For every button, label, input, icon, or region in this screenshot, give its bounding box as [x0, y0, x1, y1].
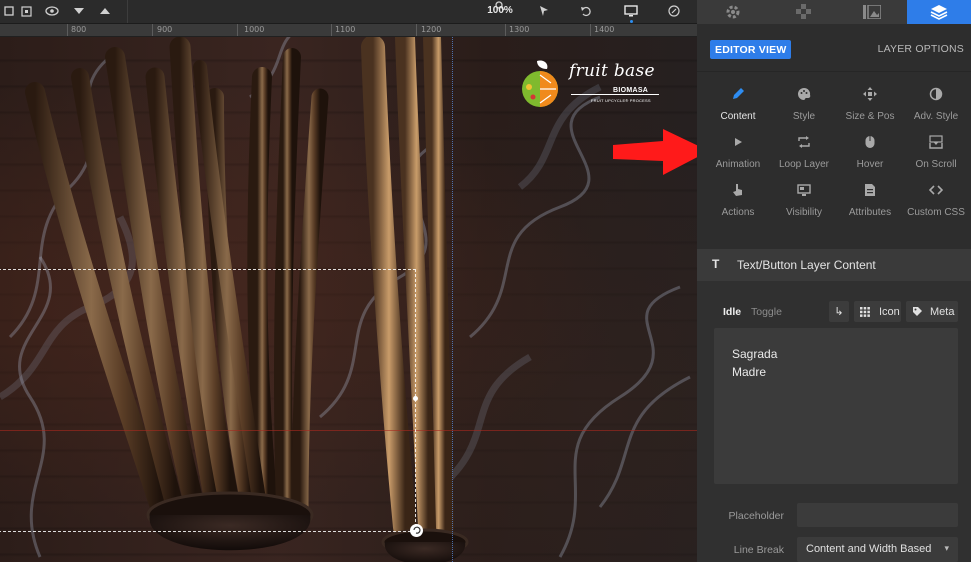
layer-option-label: Actions — [721, 207, 755, 218]
tag-icon — [913, 307, 922, 316]
layers-icon[interactable] — [3, 0, 15, 22]
monitor-icon — [796, 182, 812, 198]
document-icon — [862, 182, 878, 198]
visibility-icon[interactable] — [44, 0, 60, 22]
layer-option-label: Custom CSS — [907, 207, 965, 218]
layer-option-label: Hover — [856, 159, 884, 170]
layer-option-label: Loop Layer — [778, 159, 830, 170]
scroll-download-icon — [928, 134, 944, 150]
tab-toggle[interactable]: Toggle — [751, 306, 782, 318]
layer-option-attributes[interactable]: Attributes — [837, 182, 903, 224]
panel-header: EDITOR VIEW LAYER OPTIONS — [697, 24, 971, 72]
layer-option-label: Animation — [715, 159, 761, 170]
zoom-level[interactable]: 100% — [482, 5, 518, 16]
frame-icon[interactable] — [19, 0, 33, 22]
tab-idle[interactable]: Idle — [723, 306, 741, 318]
layer-option-animation[interactable]: Animation — [705, 134, 771, 176]
caret-down-icon: ▾ — [944, 543, 949, 553]
mouse-icon — [862, 134, 878, 150]
text-t-icon: T — [712, 257, 720, 271]
layer-option-label: Size & Pos — [845, 111, 895, 122]
top-toolbar: 100% — [0, 0, 697, 24]
icon-button-label: Icon — [879, 305, 900, 318]
line-break-select[interactable]: Content and Width Based ▾ — [797, 537, 958, 562]
layer-option-adv-style[interactable]: Adv. Style — [903, 86, 969, 128]
panel-tabs — [697, 0, 971, 24]
layer-options-label[interactable]: LAYER OPTIONS — [878, 43, 964, 55]
undo-icon[interactable] — [578, 0, 594, 22]
return-arrow-icon: ↳ — [834, 306, 844, 318]
resize-handle[interactable] — [413, 396, 418, 401]
modules-icon[interactable] — [769, 0, 837, 24]
toolbar-separator — [127, 0, 128, 23]
grid-icon — [860, 306, 870, 317]
orange-fruit-icon — [522, 60, 558, 107]
layer-option-label: Content — [720, 111, 756, 122]
ruler-label: 1400 — [594, 25, 615, 34]
layer-option-label: Visibility — [786, 207, 822, 218]
logo-divider — [571, 94, 659, 95]
editor-view-button[interactable]: EDITOR VIEW — [710, 40, 792, 59]
placeholder-label: Placeholder — [728, 510, 784, 522]
insert-icon-button[interactable]: Icon — [854, 301, 901, 322]
fruit-base-logo[interactable]: fruit base BIOMASA FRUIT UPCYCLE® PROCES… — [515, 57, 665, 117]
ruler-label: 1200 — [421, 25, 442, 34]
play-icon — [730, 134, 746, 150]
layer-content-area: Idle Toggle ↳ Icon Meta Sagrada Madre Pl… — [697, 281, 971, 562]
settings-icon[interactable] — [697, 0, 769, 24]
layer-option-style[interactable]: Style — [771, 86, 837, 128]
code-icon — [928, 182, 944, 198]
layer-option-custom-css[interactable]: Custom CSS — [903, 182, 969, 224]
vertical-guide[interactable] — [452, 37, 453, 562]
insert-meta-button[interactable]: Meta — [906, 301, 958, 322]
section-title: Text/Button Layer Content — [737, 258, 876, 272]
loop-icon — [796, 134, 812, 150]
layer-option-label: On Scroll — [915, 159, 957, 170]
layer-text-editor[interactable]: Sagrada Madre — [714, 328, 958, 484]
ruler-label: 1300 — [509, 25, 530, 34]
layer-option-content[interactable]: Content — [705, 86, 771, 128]
palette-icon — [796, 86, 812, 102]
horizontal-ruler: 800 900 1000 1100 1200 1300 1400 — [0, 24, 697, 37]
chevron-down-icon[interactable] — [72, 0, 86, 22]
desktop-icon[interactable] — [620, 0, 642, 23]
layer-option-on-scroll[interactable]: On Scroll — [903, 134, 969, 176]
layer-option-label: Adv. Style — [913, 111, 959, 122]
layers-icon[interactable] — [907, 0, 971, 24]
layer-option-label: Attributes — [848, 207, 892, 218]
contrast-icon — [928, 86, 944, 102]
move-arrows-icon — [862, 86, 878, 102]
slide-canvas[interactable]: fruit base BIOMASA FRUIT UPCYCLE® PROCES… — [0, 37, 697, 562]
help-icon[interactable] — [665, 0, 683, 22]
selected-layer-box[interactable] — [0, 269, 418, 532]
rotate-handle-icon[interactable] — [410, 524, 423, 537]
pencil-icon — [730, 86, 746, 102]
layer-option-label: Style — [792, 111, 816, 122]
logo-tagline: FRUIT UPCYCLE® PROCESS — [591, 98, 651, 103]
line-break-insert-button[interactable]: ↳ — [829, 301, 849, 322]
line-break-value: Content and Width Based — [806, 543, 932, 555]
cursor-pin-icon[interactable] — [536, 0, 552, 22]
layer-option-size-pos[interactable]: Size & Pos — [837, 86, 903, 128]
logo-wordmark: fruit base — [569, 61, 655, 81]
ruler-label: 900 — [157, 25, 173, 34]
layer-option-hover[interactable]: Hover — [837, 134, 903, 176]
ruler-label: 1100 — [335, 25, 356, 34]
meta-button-label: Meta — [930, 305, 955, 318]
media-icon[interactable] — [837, 0, 907, 24]
placeholder-input[interactable] — [797, 503, 958, 527]
red-arrow-annotation — [613, 129, 709, 175]
layer-option-visibility[interactable]: Visibility — [771, 182, 837, 224]
section-header: T Text/Button Layer Content — [697, 249, 971, 281]
layer-option-actions[interactable]: Actions — [705, 182, 771, 224]
ruler-label: 800 — [71, 25, 87, 34]
logo-subtitle: BIOMASA — [613, 87, 649, 94]
layer-option-loop-layer[interactable]: Loop Layer — [771, 134, 837, 176]
pointer-hand-icon — [730, 182, 746, 198]
chevron-up-icon[interactable] — [98, 0, 112, 22]
layer-options-panel: EDITOR VIEW LAYER OPTIONS Content Style Si… — [697, 0, 971, 562]
ruler-label: 1000 — [244, 25, 265, 34]
line-break-label: Line Break — [733, 544, 784, 556]
